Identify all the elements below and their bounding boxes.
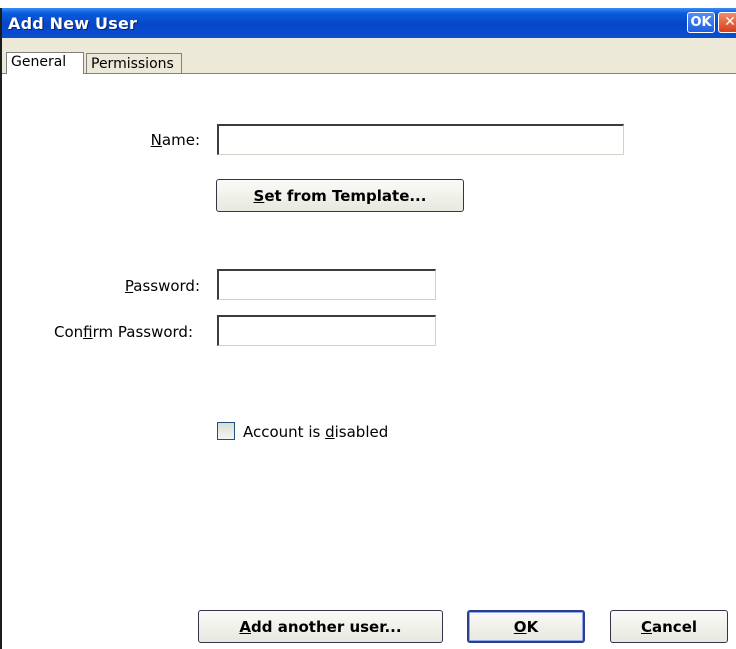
password-label: Password: xyxy=(124,277,200,295)
general-panel: Name: Set from Template... Password: Con… xyxy=(2,74,736,649)
close-icon[interactable]: ✕ xyxy=(718,12,736,33)
set-from-template-button[interactable]: Set from Template... xyxy=(216,179,464,212)
tab-permissions[interactable]: Permissions xyxy=(86,53,182,73)
tab-general[interactable]: General xyxy=(6,52,84,74)
ok-button[interactable]: OK xyxy=(467,610,585,643)
add-another-user-button[interactable]: Add another user... xyxy=(198,610,443,643)
confirm-password-input[interactable] xyxy=(217,315,436,346)
cancel-button[interactable]: Cancel xyxy=(610,610,728,643)
add-new-user-dialog: Add New User OK ✕ General Permissions Na… xyxy=(0,8,736,649)
tab-strip: General Permissions xyxy=(2,38,736,74)
password-input[interactable] xyxy=(217,269,436,300)
window-title: Add New User xyxy=(8,14,138,33)
titlebar-ok-button[interactable]: OK xyxy=(687,12,715,33)
account-disabled-checkbox[interactable] xyxy=(217,422,235,440)
confirm-password-label: Confirm Password: xyxy=(53,323,193,341)
account-disabled-label[interactable]: Account is disabled xyxy=(243,423,388,441)
title-bar[interactable]: Add New User OK ✕ xyxy=(2,8,736,38)
name-label: Name: xyxy=(150,131,200,149)
name-input[interactable] xyxy=(217,124,624,155)
